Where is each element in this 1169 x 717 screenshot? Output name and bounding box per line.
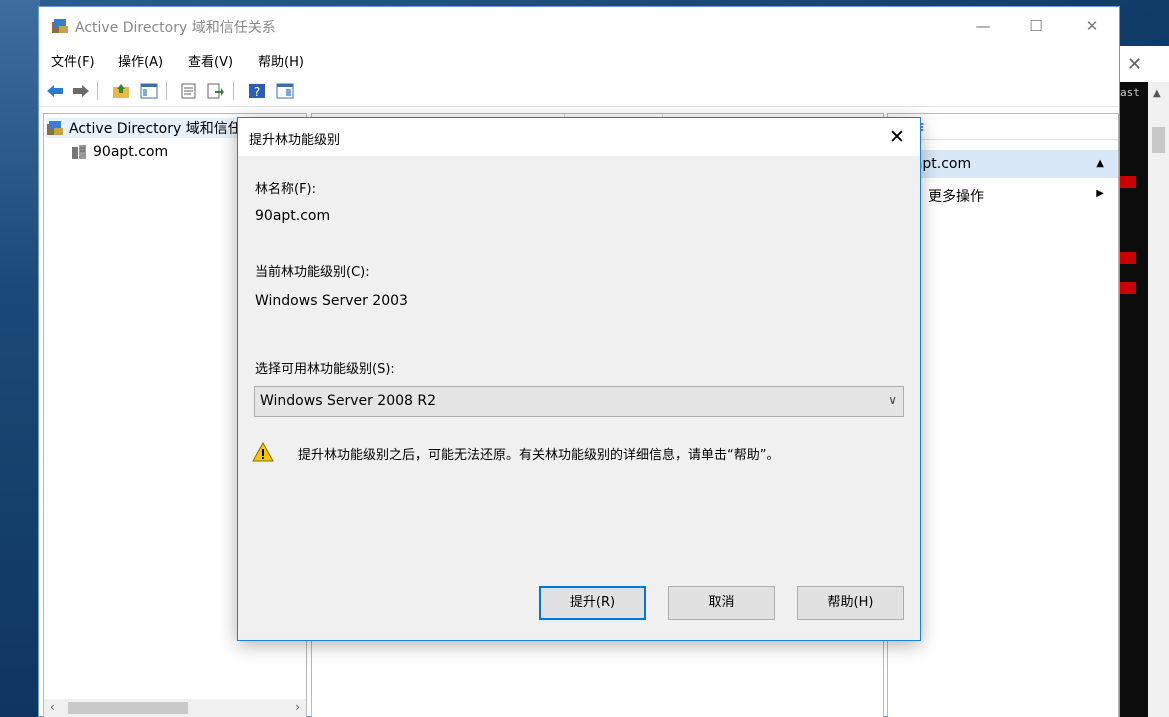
dialog-titlebar[interactable]: 提升林功能级别 ✕ — [238, 118, 920, 156]
toolbar-separator — [97, 82, 98, 100]
raise-button[interactable]: 提升(R) — [539, 586, 646, 620]
background-console-text: ast — [1120, 86, 1140, 99]
help-button[interactable]: 帮助(H) — [797, 586, 904, 620]
maximize-button[interactable]: ☐ — [1013, 13, 1059, 39]
actions-group-domain[interactable]: 90apt.com ▲ — [888, 150, 1118, 178]
actions-pane: 操作 90apt.com ▲ 更多操作 ▶ — [887, 113, 1119, 717]
help-icon[interactable]: ? — [247, 81, 267, 101]
mmc-view-icon[interactable] — [275, 81, 295, 101]
console-tree-icon[interactable] — [139, 81, 159, 101]
background-red-marker — [1118, 176, 1136, 188]
forest-name-label: 林名称(F): — [255, 182, 317, 197]
scroll-right-icon[interactable]: › — [295, 700, 300, 714]
desktop-icons-strip — [0, 0, 40, 717]
scroll-thumb[interactable] — [1152, 127, 1165, 153]
up-folder-icon[interactable] — [111, 81, 131, 101]
background-scrollbar[interactable]: ▲ — [1148, 82, 1169, 717]
ad-domains-icon — [47, 121, 63, 135]
scroll-left-icon[interactable]: ‹ — [50, 700, 55, 714]
chevron-down-icon[interactable]: ∨ — [888, 393, 897, 407]
current-level-value: Windows Server 2003 — [255, 293, 408, 309]
warning-icon — [252, 442, 274, 462]
forest-level-select[interactable]: Windows Server 2008 R2 ∨ — [254, 386, 904, 417]
close-button[interactable]: ✕ — [1069, 13, 1115, 39]
menu-bar: 文件(F) 操作(A) 查看(V) 帮助(H) — [39, 47, 1119, 71]
svg-text:?: ? — [254, 85, 260, 99]
toolbar: ? — [39, 73, 1119, 107]
window-title: Active Directory 域和信任关系 — [75, 20, 276, 36]
current-level-label: 当前林功能级别(C): — [255, 265, 370, 280]
dialog-title: 提升林功能级别 — [249, 133, 341, 148]
dialog-close-button[interactable]: ✕ — [874, 118, 920, 156]
ad-domains-app-icon — [52, 19, 68, 33]
menu-action[interactable]: 操作(A) — [118, 51, 163, 70]
background-window-close-button[interactable]: ✕ — [1127, 54, 1142, 75]
collapse-icon[interactable]: ▲ — [1096, 158, 1104, 169]
menu-view[interactable]: 查看(V) — [188, 51, 233, 70]
forest-name-value: 90apt.com — [255, 208, 331, 224]
menu-file[interactable]: 文件(F) — [51, 51, 95, 70]
submenu-arrow-icon: ▶ — [1096, 188, 1104, 199]
scroll-thumb[interactable] — [68, 702, 188, 714]
raise-forest-level-dialog: 提升林功能级别 ✕ 林名称(F): 90apt.com 当前林功能级别(C): … — [237, 117, 921, 641]
forest-level-selected-value: Windows Server 2008 R2 — [260, 393, 437, 409]
window-titlebar[interactable]: Active Directory 域和信任关系 — ☐ ✕ — [39, 7, 1119, 45]
background-red-marker — [1118, 282, 1136, 294]
cancel-button[interactable]: 取消 — [668, 586, 775, 620]
background-red-marker — [1118, 252, 1136, 264]
toolbar-separator — [233, 82, 234, 100]
tree-domain-label: 90apt.com — [93, 144, 169, 160]
scroll-up-icon[interactable]: ▲ — [1153, 88, 1161, 99]
back-icon[interactable] — [45, 81, 65, 101]
tree-domain-item[interactable]: 90apt.com — [70, 142, 168, 162]
horizontal-scrollbar[interactable]: ‹ › — [44, 699, 306, 717]
server-icon — [72, 145, 86, 159]
select-level-label: 选择可用林功能级别(S): — [255, 362, 395, 377]
actions-header: 操作 — [888, 114, 1118, 140]
export-icon[interactable] — [206, 81, 226, 101]
minimize-button[interactable]: — — [960, 13, 1006, 39]
warning-message: 提升林功能级别之后，可能无法还原。有关林功能级别的详细信息，请单击“帮助”。 — [298, 448, 780, 463]
forward-icon[interactable] — [71, 81, 91, 101]
properties-icon[interactable] — [179, 81, 199, 101]
menu-help[interactable]: 帮助(H) — [258, 51, 304, 70]
more-actions-item[interactable]: 更多操作 — [928, 186, 984, 206]
toolbar-separator — [166, 82, 167, 100]
